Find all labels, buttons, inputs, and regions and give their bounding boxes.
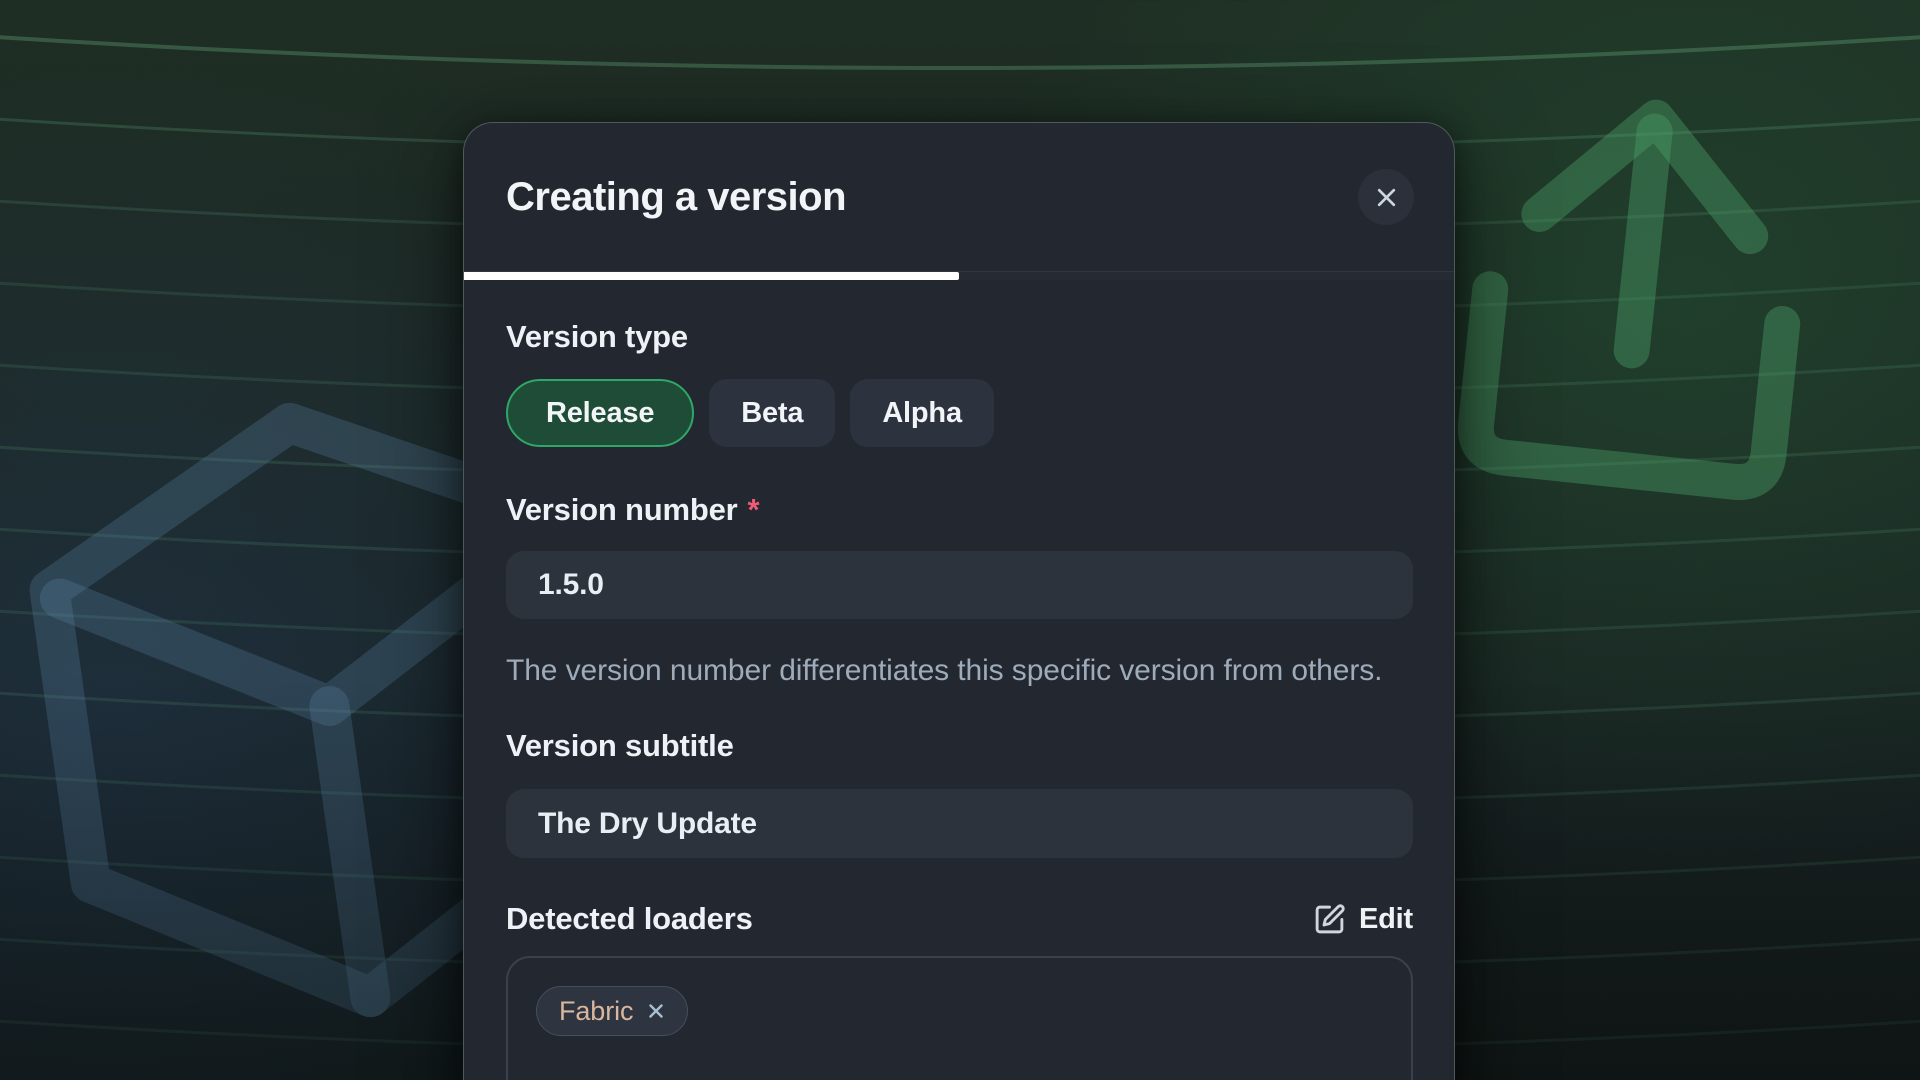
progress-fill bbox=[464, 272, 959, 280]
close-button[interactable] bbox=[1358, 169, 1414, 225]
version-type-beta-button[interactable]: Beta bbox=[709, 379, 835, 447]
version-type-options: Release Beta Alpha bbox=[506, 379, 1411, 447]
progress-track bbox=[464, 271, 1454, 280]
loader-tag-fabric: Fabric bbox=[536, 986, 688, 1036]
edit-label: Edit bbox=[1359, 903, 1413, 936]
detected-loaders-label: Detected loaders bbox=[506, 902, 753, 936]
version-subtitle-input[interactable] bbox=[506, 789, 1413, 858]
version-type-alpha-button[interactable]: Alpha bbox=[850, 379, 994, 447]
required-marker: * bbox=[748, 492, 760, 527]
edit-pencil-icon bbox=[1313, 903, 1346, 936]
version-subtitle-label: Version subtitle bbox=[506, 729, 1411, 763]
x-icon bbox=[645, 1000, 667, 1022]
detected-loaders-box: Fabric bbox=[506, 956, 1413, 1080]
version-number-input[interactable] bbox=[506, 551, 1413, 619]
detected-loaders-row: Detected loaders Edit bbox=[506, 902, 1413, 936]
edit-loaders-button[interactable]: Edit bbox=[1313, 903, 1413, 936]
version-number-help: The version number differentiates this s… bbox=[506, 651, 1386, 691]
close-icon bbox=[1373, 184, 1400, 211]
remove-loader-button[interactable] bbox=[645, 1000, 667, 1022]
modal-body: Version type Release Beta Alpha Version … bbox=[464, 280, 1454, 1080]
modal-title: Creating a version bbox=[506, 175, 846, 220]
modal-header: Creating a version bbox=[464, 123, 1454, 271]
version-number-label: Version number* bbox=[506, 493, 1411, 527]
create-version-modal: Creating a version Version type Release … bbox=[463, 122, 1455, 1080]
version-type-label: Version type bbox=[506, 320, 1411, 354]
version-type-release-button[interactable]: Release bbox=[506, 379, 694, 447]
loader-tag-label: Fabric bbox=[559, 996, 633, 1027]
